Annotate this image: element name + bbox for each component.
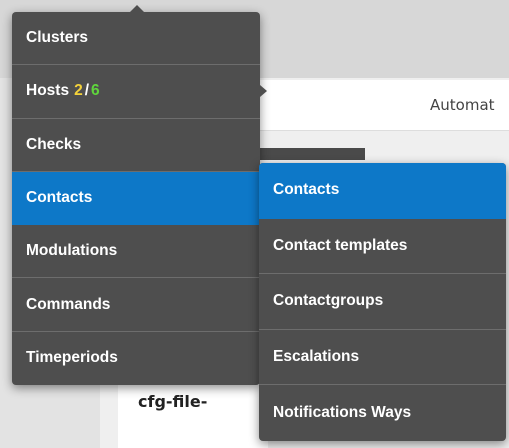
content-card-title: cfg-file-: [138, 392, 208, 411]
menu-item-label: Clusters: [26, 29, 89, 47]
hosts-ok-count: 6: [91, 82, 100, 100]
menu-item-label: Modulations: [26, 242, 118, 260]
submenu-item-escalations[interactable]: Escalations: [259, 330, 506, 386]
menu-item-contacts[interactable]: Contacts: [12, 171, 260, 226]
menu-item-commands[interactable]: Commands: [12, 278, 260, 332]
menu-item-hosts[interactable]: Hosts 2 / 6: [12, 65, 267, 119]
menu-item-clusters[interactable]: Clusters: [12, 12, 260, 66]
submenu-item-label: Notifications Ways: [273, 404, 412, 422]
caret-right-icon: [260, 85, 267, 98]
panel-header-title: Automat: [430, 96, 495, 114]
submenu-item-contact-templates[interactable]: Contact templates: [259, 219, 506, 275]
submenu-item-label: Contactgroups: [273, 292, 384, 310]
submenu-item-contactgroups[interactable]: Contactgroups: [259, 274, 506, 330]
menu-item-label: Timeperiods: [26, 349, 118, 367]
background-strip: [255, 148, 365, 160]
menu-item-label: Hosts: [26, 82, 70, 100]
submenu-item-notifications-ways[interactable]: Notifications Ways: [259, 385, 506, 441]
menu-item-label: Commands: [26, 295, 111, 313]
menu-item-modulations[interactable]: Modulations: [12, 225, 260, 279]
menu-item-label: Checks: [26, 135, 82, 153]
contacts-submenu: Contacts Contact templates Contactgroups…: [259, 163, 506, 441]
menu-item-timeperiods[interactable]: Timeperiods: [12, 332, 260, 385]
submenu-item-label: Contact templates: [273, 236, 408, 254]
menu-item-checks[interactable]: Checks: [12, 119, 260, 172]
submenu-item-label: Contacts: [273, 181, 340, 199]
hosts-warning-count: 2: [74, 82, 83, 100]
hosts-count-separator: /: [84, 82, 90, 100]
submenu-item-contacts[interactable]: Contacts: [259, 163, 506, 219]
content-card: [118, 380, 268, 448]
main-dropdown-menu: Clusters Hosts 2 / 6 Checks Contacts Mod…: [12, 5, 267, 385]
submenu-item-label: Escalations: [273, 348, 360, 366]
menu-item-label: Contacts: [26, 189, 93, 207]
